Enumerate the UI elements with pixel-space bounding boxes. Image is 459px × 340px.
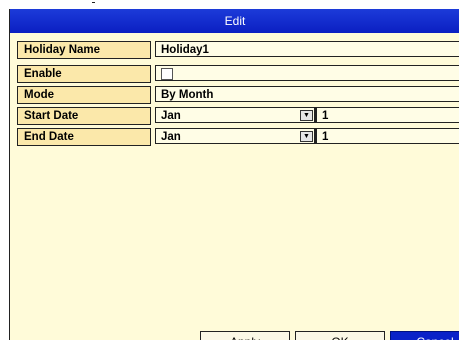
mode-row: Mode By Month ▼ (17, 86, 459, 104)
holiday-form: Holiday Name Holiday1 Enable Mode By Mon… (17, 41, 459, 149)
stripe-mark (92, 2, 95, 3)
apply-button[interactable]: Apply (200, 331, 290, 340)
enable-field (155, 65, 459, 81)
edit-dialog: Edit Holiday Name Holiday1 Enable Mode B… (9, 9, 459, 340)
holiday-name-label: Holiday Name (17, 41, 151, 59)
enable-row: Enable (17, 65, 459, 83)
start-month-select[interactable]: Jan (155, 107, 315, 123)
enable-label: Enable (17, 65, 151, 83)
end-month-select[interactable]: Jan (155, 128, 315, 144)
mode-label: Mode (17, 86, 151, 104)
start-date-label: Start Date (17, 107, 151, 125)
end-day-select[interactable]: 1 (315, 128, 459, 144)
end-date-label: End Date (17, 128, 151, 146)
start-day-select[interactable]: 1 (315, 107, 459, 123)
dialog-title: Edit (10, 9, 459, 33)
ok-button[interactable]: OK (295, 331, 385, 340)
mode-select[interactable]: By Month (155, 86, 459, 102)
dialog-buttons: Apply OK Cancel (10, 331, 459, 340)
chevron-down-icon[interactable]: ▼ (300, 131, 313, 142)
cancel-button[interactable]: Cancel (390, 331, 459, 340)
start-date-row: Start Date Jan ▼ 1 ▼ (17, 107, 459, 125)
end-date-row: End Date Jan ▼ 1 ▼ (17, 128, 459, 146)
holiday-name-input[interactable]: Holiday1 (155, 41, 459, 57)
enable-checkbox[interactable] (161, 68, 173, 80)
holiday-name-row: Holiday Name Holiday1 (17, 41, 459, 59)
chevron-down-icon[interactable]: ▼ (300, 110, 313, 121)
top-stripe (0, 0, 459, 8)
